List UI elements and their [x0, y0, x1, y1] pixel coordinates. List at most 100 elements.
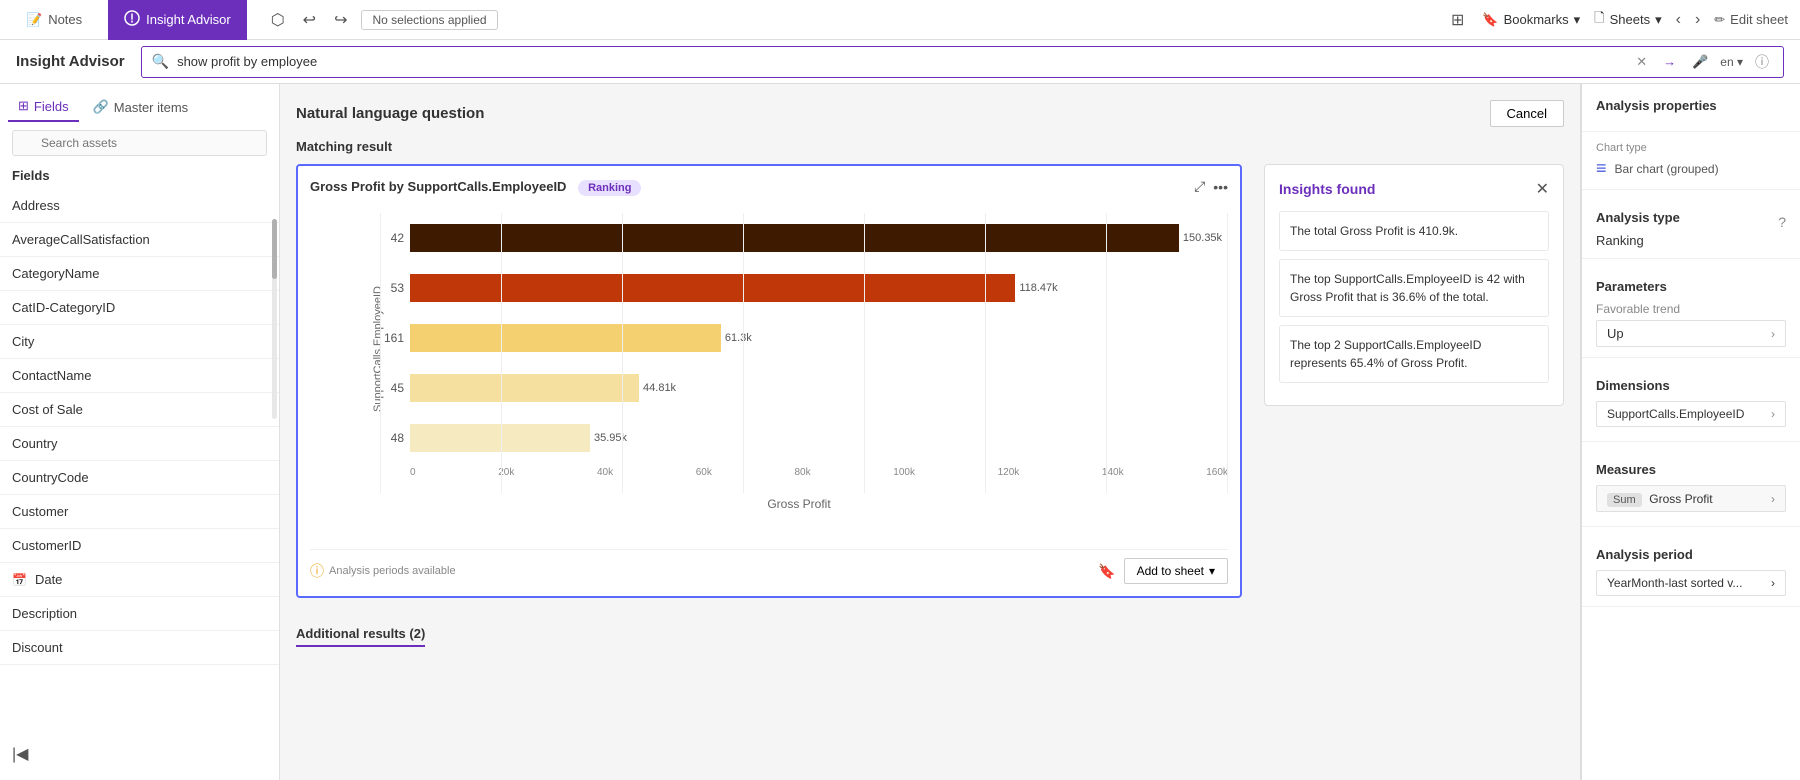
sidebar-item-country[interactable]: Country: [0, 427, 279, 461]
sidebar-item-catid[interactable]: CatID-CategoryID: [0, 291, 279, 325]
left-sidebar: ⊞ Fields 🔗 Master items 🔍 Fields Address: [0, 84, 280, 780]
bookmark-chart-icon[interactable]: 🔖: [1098, 563, 1115, 580]
master-items-tab-label: Master items: [114, 100, 188, 115]
measure-value: Gross Profit: [1649, 492, 1712, 506]
x-axis-title: Gross Profit: [370, 497, 1228, 511]
undo-icon[interactable]: ↩: [299, 6, 320, 34]
insight-item-2: The top 2 SupportCalls.EmployeeID repres…: [1279, 325, 1549, 383]
insight-text-2: The top 2 SupportCalls.EmployeeID repres…: [1290, 338, 1481, 370]
microphone-icon[interactable]: 🎤: [1688, 50, 1712, 74]
search-input[interactable]: [177, 54, 1624, 69]
sheets-button[interactable]: 🗋 Sheets ▾: [1594, 9, 1661, 31]
more-options-icon[interactable]: •••: [1213, 179, 1228, 195]
grid-lines: [380, 213, 1228, 493]
analysis-period-section: Analysis period YearMonth-last sorted v.…: [1582, 537, 1800, 607]
chart-type-row: ≡ Bar chart (grouped): [1596, 158, 1786, 179]
notes-icon: 📝: [26, 12, 42, 28]
nav-next-button[interactable]: ›: [1695, 11, 1700, 29]
sidebar-item-customer[interactable]: Customer: [0, 495, 279, 529]
sidebar-tabs: ⊞ Fields 🔗 Master items: [0, 84, 279, 122]
bookmarks-button[interactable]: 🔖 Bookmarks ▾: [1482, 12, 1580, 28]
top-bar-left: 📝 Notes Insight Advisor ⬡ ↩ ↪ No selecti…: [12, 0, 498, 40]
bars-container: 42 150.35k 53: [370, 213, 1228, 493]
sidebar-item-description[interactable]: Description: [0, 597, 279, 631]
add-to-sheet-button[interactable]: Add to sheet ▾: [1124, 558, 1228, 584]
sidebar-item-address[interactable]: Address: [0, 189, 279, 223]
analysis-properties-section: Analysis properties: [1582, 98, 1800, 132]
sum-badge: Sum: [1607, 493, 1642, 507]
favorable-trend-value: Up: [1607, 326, 1624, 341]
search-assets-input[interactable]: [12, 130, 267, 156]
master-items-tab-icon: 🔗: [93, 99, 109, 115]
close-insights-button[interactable]: ✕: [1536, 179, 1549, 199]
snapshot-icon[interactable]: ⬡: [267, 6, 289, 34]
tab-insight[interactable]: Insight Advisor: [108, 0, 247, 40]
fields-label: Fields: [0, 164, 279, 189]
nav-prev-button[interactable]: ‹: [1676, 11, 1681, 29]
cancel-button[interactable]: Cancel: [1490, 100, 1564, 127]
edit-sheet-button[interactable]: ✏ Edit sheet: [1714, 12, 1788, 28]
calendar-icon: 📅: [12, 573, 27, 587]
sidebar-tab-fields[interactable]: ⊞ Fields: [8, 92, 79, 122]
measure-left: Sum Gross Profit: [1607, 491, 1713, 506]
sidebar-item-discount[interactable]: Discount: [0, 631, 279, 665]
chart-card-header: Gross Profit by SupportCalls.EmployeeID …: [310, 178, 1228, 195]
sidebar-item-label: CategoryName: [12, 266, 99, 281]
grid-line: [622, 213, 623, 493]
pencil-icon: ✏: [1714, 12, 1725, 28]
expand-chart-icon[interactable]: ⤢: [1194, 178, 1205, 195]
no-selections-badge: No selections applied: [361, 10, 497, 30]
sidebar-item-label: Cost of Sale: [12, 402, 83, 417]
dimension-row[interactable]: SupportCalls.EmployeeID ›: [1596, 401, 1786, 427]
collapse-sidebar-button[interactable]: |◀: [0, 736, 40, 772]
sidebar-item-contact-name[interactable]: ContactName: [0, 359, 279, 393]
sidebar-tab-master-items[interactable]: 🔗 Master items: [83, 92, 199, 122]
sidebar-item-category-name[interactable]: CategoryName: [0, 257, 279, 291]
grid-icon[interactable]: ⊞: [1447, 6, 1468, 34]
sidebar-item-city[interactable]: City: [0, 325, 279, 359]
sidebar-item-customer-id[interactable]: CustomerID: [0, 529, 279, 563]
bookmarks-chevron-icon: ▾: [1574, 12, 1581, 28]
grid-line: [1227, 213, 1228, 493]
grid-line: [380, 213, 381, 493]
analysis-type-title: Analysis type: [1596, 210, 1680, 225]
sidebar-item-avg-call[interactable]: AverageCallSatisfaction: [0, 223, 279, 257]
clear-search-icon[interactable]: ✕: [1632, 50, 1651, 74]
analysis-period-row[interactable]: YearMonth-last sorted v... ›: [1596, 570, 1786, 596]
redo-icon[interactable]: ↪: [330, 6, 351, 34]
help-icon[interactable]: ?: [1778, 214, 1786, 230]
bookmark-icon: 🔖: [1482, 12, 1498, 28]
add-to-sheet-chevron-icon: ▾: [1209, 564, 1215, 578]
insight-icon: [124, 10, 140, 29]
analysis-periods: ⓘ Analysis periods available: [310, 561, 456, 581]
grid-line: [864, 213, 865, 493]
additional-results-area: Additional results (2): [296, 618, 1564, 647]
bar-chart-wrap: SupportCalls.EmployeeID: [370, 213, 1228, 493]
sidebar-item-label: Description: [12, 606, 77, 621]
language-selector[interactable]: en ▾: [1720, 55, 1743, 69]
edit-sheet-label: Edit sheet: [1730, 12, 1788, 27]
results-row: Gross Profit by SupportCalls.EmployeeID …: [296, 164, 1564, 608]
dimensions-section: Dimensions SupportCalls.EmployeeID ›: [1582, 368, 1800, 442]
grid-line: [985, 213, 986, 493]
bookmarks-label: Bookmarks: [1504, 12, 1569, 27]
sidebar-item-date[interactable]: 📅 Date: [0, 563, 279, 597]
center-area: Natural language question Cancel Matchin…: [280, 84, 1580, 780]
sidebar-item-label: ContactName: [12, 368, 91, 383]
sidebar-item-country-code[interactable]: CountryCode: [0, 461, 279, 495]
insight-text-0: The total Gross Profit is 410.9k.: [1290, 224, 1458, 238]
grid-line: [1106, 213, 1107, 493]
tab-notes[interactable]: 📝 Notes: [12, 0, 96, 40]
info-icon[interactable]: ⓘ: [1751, 48, 1773, 76]
dimension-chevron-icon: ›: [1771, 407, 1775, 421]
search-bar[interactable]: 🔍 ✕ → 🎤 en ▾ ⓘ: [141, 46, 1784, 78]
analysis-type-section: Analysis type ? Ranking: [1582, 200, 1800, 259]
sidebar-scrollbar[interactable]: [272, 219, 277, 419]
search-submit-icon[interactable]: →: [1659, 50, 1680, 73]
measure-row[interactable]: Sum Gross Profit ›: [1596, 485, 1786, 512]
favorable-trend-row[interactable]: Up ›: [1596, 320, 1786, 347]
sidebar-item-cost-of-sale[interactable]: Cost of Sale: [0, 393, 279, 427]
chart-footer-right: 🔖 Add to sheet ▾: [1098, 558, 1228, 584]
sidebar-item-label: CustomerID: [12, 538, 81, 553]
sidebar-item-label: Country: [12, 436, 58, 451]
